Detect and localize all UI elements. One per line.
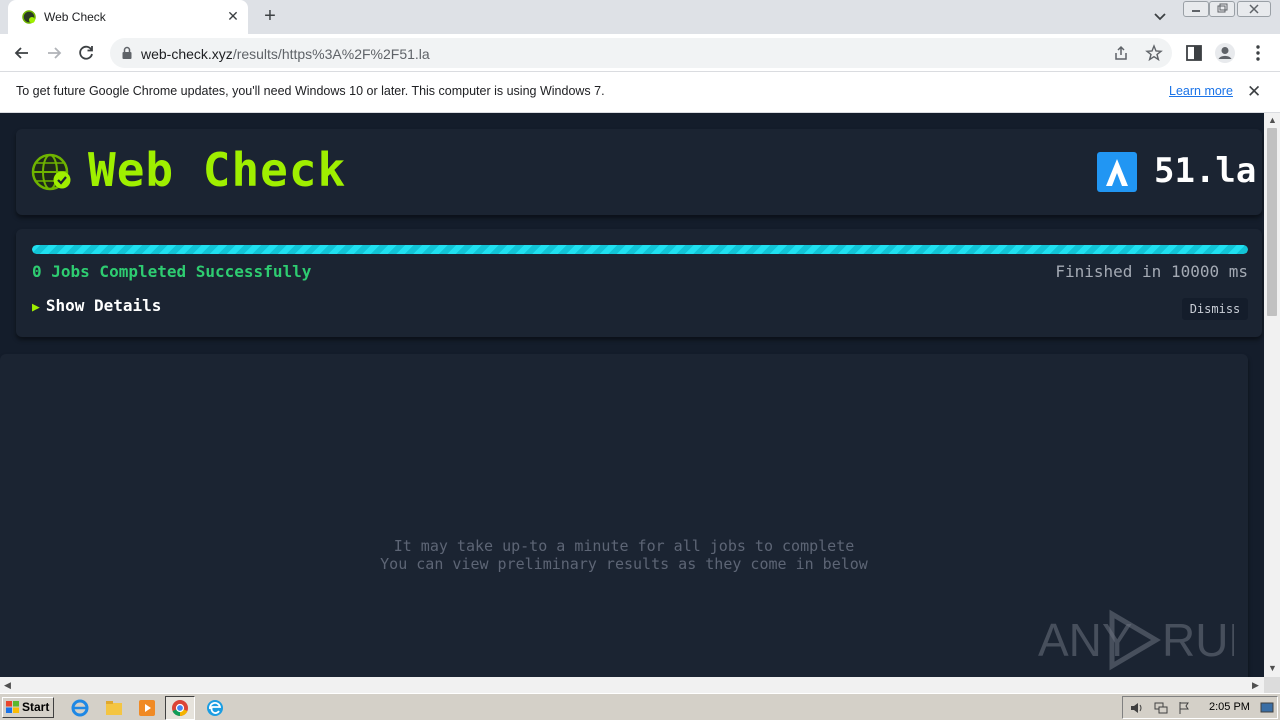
scroll-down-icon[interactable]: ▼: [1268, 663, 1277, 673]
progress-card: 0 Jobs Completed Successfully Finished i…: [16, 229, 1262, 337]
progress-bar: [32, 245, 1248, 254]
tab-close-icon[interactable]: ✕: [224, 7, 242, 25]
side-panel-icon[interactable]: [1183, 42, 1205, 64]
horizontal-scrollbar[interactable]: ◀ ▶: [0, 677, 1264, 693]
update-infobar: To get future Google Chrome updates, you…: [0, 72, 1280, 113]
start-button[interactable]: Start: [2, 697, 54, 718]
tab-strip: Web Check ✕ +: [0, 0, 1280, 34]
internet-explorer-icon[interactable]: [70, 698, 90, 718]
action-center-flag-icon[interactable]: [1177, 701, 1191, 715]
volume-icon[interactable]: [1129, 701, 1145, 715]
tab-title: Web Check: [44, 10, 106, 24]
web-check-page: Web Check 51.la 0 Jobs Completed Success…: [0, 113, 1264, 677]
share-icon[interactable]: [1113, 45, 1129, 61]
file-explorer-icon[interactable]: [104, 698, 124, 718]
profile-avatar-icon[interactable]: [1214, 42, 1236, 64]
site-name: 51.la: [1154, 151, 1257, 191]
new-tab-icon[interactable]: +: [258, 5, 282, 29]
scroll-left-icon[interactable]: ◀: [4, 680, 11, 691]
vertical-scrollbar[interactable]: ▲ ▼: [1264, 113, 1280, 677]
system-tray: 2:05 PM: [1122, 696, 1278, 719]
progress-bar-fill: [32, 245, 1248, 254]
infobar-close-icon[interactable]: ✕: [1247, 82, 1261, 102]
scroll-right-icon[interactable]: ▶: [1252, 680, 1259, 691]
show-details-label: Show Details: [45, 296, 162, 315]
restore-icon[interactable]: [1209, 1, 1235, 17]
network-icon[interactable]: [1153, 701, 1169, 715]
url-text[interactable]: web-check.xyz/results/https%3A%2F%2F51.l…: [141, 46, 430, 62]
url-host: web-check.xyz: [141, 46, 233, 62]
globe-shield-logo-icon: [31, 153, 71, 191]
show-desktop-icon[interactable]: [1260, 701, 1274, 715]
windows-taskbar: Start 2:05 PM: [0, 693, 1280, 720]
reload-icon[interactable]: [75, 42, 97, 64]
watermark-text-left: ANY: [1038, 614, 1133, 666]
vertical-scroll-thumb[interactable]: [1267, 128, 1277, 316]
address-bar[interactable]: web-check.xyz/results/https%3A%2F%2F51.l…: [110, 38, 1172, 68]
app-title: Web Check: [88, 143, 347, 197]
chrome-taskbar-button[interactable]: [165, 696, 195, 720]
browser-tab[interactable]: Web Check ✕: [8, 0, 248, 34]
lock-icon[interactable]: [121, 46, 133, 60]
triangle-right-icon: ▶: [32, 300, 40, 315]
header-card: Web Check 51.la: [16, 129, 1262, 215]
edge-icon[interactable]: [205, 698, 225, 718]
windows-logo-icon: [6, 701, 19, 713]
window-close-icon[interactable]: [1237, 1, 1271, 17]
forward-icon[interactable]: [43, 42, 65, 64]
back-icon[interactable]: [11, 42, 33, 64]
show-details-toggle[interactable]: ▶ Show Details: [32, 296, 161, 315]
site-favicon-icon: [1097, 152, 1137, 192]
url-path: /results/https%3A%2F%2F51.la: [232, 46, 430, 62]
web-check-favicon-icon: [22, 10, 36, 24]
learn-more-link[interactable]: Learn more: [1169, 84, 1233, 98]
minimize-icon[interactable]: [1183, 1, 1209, 17]
chrome-icon: [172, 700, 188, 717]
finished-time: Finished in 10000 ms: [1055, 262, 1248, 281]
watermark-text-right: RUN: [1162, 614, 1234, 666]
anyrun-watermark: ANY RUN: [1038, 609, 1234, 671]
infobar-message: To get future Google Chrome updates, you…: [16, 84, 605, 98]
browser-toolbar: web-check.xyz/results/https%3A%2F%2F51.l…: [0, 34, 1280, 72]
loading-message-line-2: You can view preliminary results as they…: [380, 555, 868, 573]
scrollbar-corner: [1264, 677, 1280, 693]
media-player-icon[interactable]: [137, 698, 157, 718]
jobs-status: 0 Jobs Completed Successfully: [32, 262, 312, 281]
loading-message-line-1: It may take up-to a minute for all jobs …: [393, 537, 855, 555]
taskbar-clock[interactable]: 2:05 PM: [1209, 701, 1250, 713]
dismiss-button[interactable]: Dismiss: [1182, 298, 1248, 320]
tab-search-chevron-icon[interactable]: [1150, 8, 1170, 26]
bookmark-star-icon[interactable]: [1145, 44, 1163, 62]
menu-kebab-icon[interactable]: [1247, 42, 1269, 64]
start-label: Start: [22, 700, 50, 714]
loading-message: It may take up-to a minute for all jobs …: [0, 537, 1248, 573]
scroll-up-icon[interactable]: ▲: [1268, 115, 1277, 125]
